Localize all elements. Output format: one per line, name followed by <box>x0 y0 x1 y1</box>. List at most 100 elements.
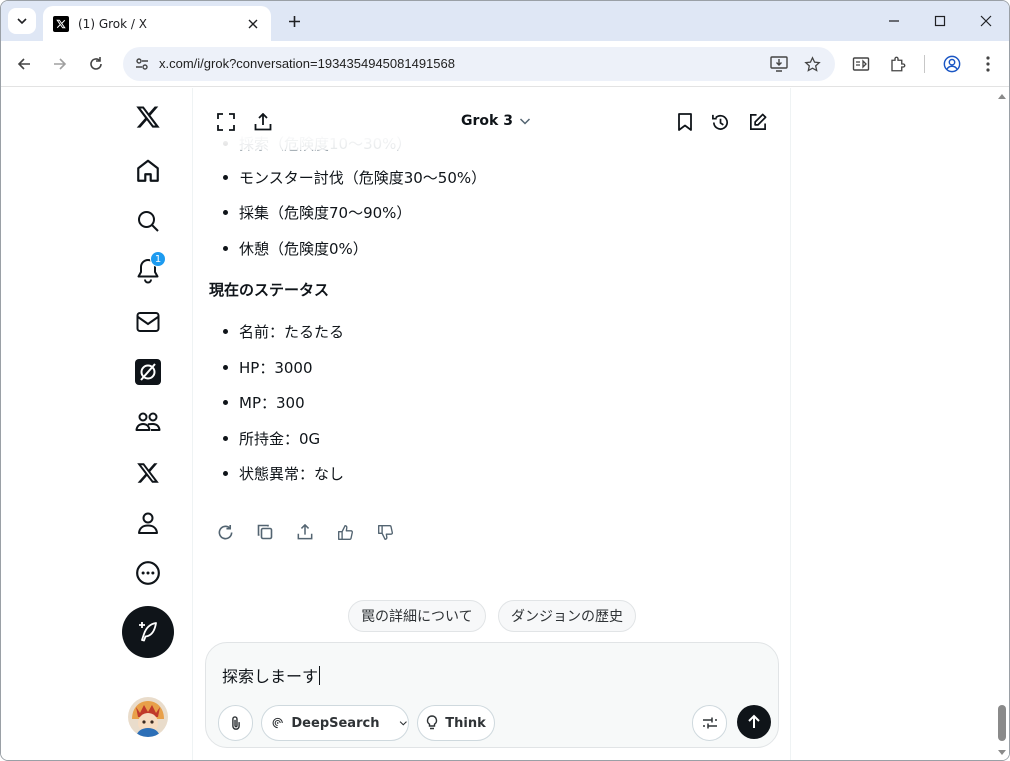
copy-button[interactable] <box>254 521 276 543</box>
paperclip-icon <box>231 716 240 730</box>
arrow-right-icon <box>54 58 67 70</box>
chevron-down-icon[interactable] <box>399 717 408 729</box>
back-button[interactable] <box>10 50 38 78</box>
profile-icon <box>943 55 961 73</box>
message-input[interactable]: 探索しまーす <box>222 663 321 687</box>
like-button[interactable] <box>334 521 356 543</box>
deepsearch-label: DeepSearch <box>291 715 380 731</box>
nav-notifications[interactable]: 1 <box>133 251 166 286</box>
lightbulb-icon <box>427 715 438 730</box>
close-icon <box>980 15 992 27</box>
scroll-up-icon[interactable] <box>995 91 1009 101</box>
nav-premium[interactable] <box>133 458 163 488</box>
share-response-button[interactable] <box>294 521 316 543</box>
send-button[interactable] <box>737 705 771 739</box>
chevron-down-icon <box>519 118 530 125</box>
nav-more[interactable] <box>133 558 163 588</box>
x-sidebar: 1 <box>1 88 193 760</box>
regenerate-button[interactable] <box>214 521 236 543</box>
bookmark-button[interactable] <box>674 111 696 133</box>
install-app-icon[interactable] <box>768 53 790 75</box>
extensions-button[interactable] <box>884 50 912 78</box>
profile-button[interactable] <box>938 50 966 78</box>
reading-mode-icon <box>852 57 870 71</box>
minimize-button[interactable] <box>871 1 917 41</box>
person-icon <box>138 512 158 534</box>
thumbs-down-icon <box>377 524 393 540</box>
browser-window: (1) Grok / X x.com/i/grok?conversation=1… <box>0 0 1010 761</box>
settings-toggle-button[interactable] <box>692 705 727 741</box>
attach-button[interactable] <box>218 705 253 741</box>
status-item: HP：3000 <box>223 359 313 377</box>
nav-profile[interactable] <box>133 508 163 538</box>
status-item: 名前：たるたる <box>222 323 345 341</box>
list-item: 採集（危険度70〜90%） <box>222 204 412 222</box>
think-button[interactable]: Think <box>417 705 495 741</box>
expand-button[interactable] <box>215 111 237 133</box>
tab-search-button[interactable] <box>8 8 36 34</box>
site-info-icon[interactable] <box>131 53 153 75</box>
account-avatar[interactable] <box>128 697 168 737</box>
sliders-icon <box>702 717 717 729</box>
new-chat-button[interactable] <box>746 111 768 133</box>
x-favicon-icon <box>53 15 69 32</box>
communities-icon <box>135 412 161 431</box>
grok-header: Grok 3 <box>193 88 790 150</box>
x-logo-icon <box>136 106 160 128</box>
deepsearch-button[interactable]: DeepSearch <box>261 705 409 741</box>
address-bar[interactable]: x.com/i/grok?conversation=19343549450814… <box>123 47 835 81</box>
mail-icon <box>136 312 160 332</box>
message-input-text: 探索しまーす <box>222 667 319 686</box>
bookmark-star-icon[interactable] <box>801 53 823 75</box>
history-icon <box>711 114 728 130</box>
maximize-button[interactable] <box>917 1 963 41</box>
bookmark-icon <box>678 113 692 131</box>
list-item: 休憩（危険度0%） <box>223 240 368 258</box>
tab-strip: (1) Grok / X <box>1 1 1009 41</box>
status-item: 状態異常：なし <box>222 465 345 483</box>
reading-mode-button[interactable] <box>847 50 875 78</box>
scroll-down-icon[interactable] <box>995 748 1009 758</box>
edit-icon <box>749 113 766 130</box>
suggestion-chip[interactable]: 罠の詳細について <box>348 600 486 632</box>
scrollbar-thumb[interactable] <box>998 705 1006 741</box>
nav-explore[interactable] <box>133 206 163 236</box>
nav-grok[interactable] <box>133 357 163 387</box>
grok-composer[interactable]: 探索しまーす DeepSearch Think <box>205 642 779 748</box>
page: 1 モンスター討伐（危険度30〜50%） 採集（危険度70〜90%） 休憩（危険… <box>1 88 1009 760</box>
refresh-icon <box>218 524 232 539</box>
history-button[interactable] <box>709 111 731 133</box>
x-logo-button[interactable] <box>133 102 163 132</box>
thumbs-up-icon <box>337 524 353 540</box>
status-item: 所持金：0G <box>222 430 321 448</box>
close-window-button[interactable] <box>963 1 1009 41</box>
more-circle-icon <box>136 561 160 585</box>
model-selector[interactable]: Grok 3 <box>461 113 531 129</box>
menu-button[interactable] <box>974 50 1002 78</box>
expand-icon <box>217 113 235 131</box>
reload-icon <box>90 57 102 70</box>
share-button[interactable] <box>252 111 274 133</box>
chevron-down-icon <box>17 18 27 25</box>
arrow-left-icon <box>17 58 30 70</box>
new-tab-button[interactable] <box>284 11 304 31</box>
deepsearch-icon <box>272 717 283 729</box>
grok-panel: 採索（危険度10〜30%） モンスター討伐（危険度30〜50%） 採集（危険度7… <box>193 88 791 760</box>
forward-button[interactable] <box>46 50 74 78</box>
compose-post-button[interactable] <box>122 606 174 658</box>
page-scrollbar[interactable] <box>995 88 1009 760</box>
nav-messages[interactable] <box>133 307 163 337</box>
think-label: Think <box>445 715 486 731</box>
dislike-button[interactable] <box>374 521 396 543</box>
nav-communities[interactable] <box>133 407 163 437</box>
nav-home[interactable] <box>133 156 163 186</box>
search-icon <box>138 211 159 232</box>
browser-tab[interactable]: (1) Grok / X <box>43 6 271 41</box>
tab-close-button[interactable] <box>245 16 261 32</box>
suggestion-chip[interactable]: ダンジョンの歴史 <box>498 600 636 632</box>
feather-plus-icon <box>139 622 157 642</box>
reload-button[interactable] <box>82 50 110 78</box>
minimize-icon <box>889 20 899 22</box>
maximize-icon <box>934 15 946 27</box>
text-caret <box>319 666 321 685</box>
